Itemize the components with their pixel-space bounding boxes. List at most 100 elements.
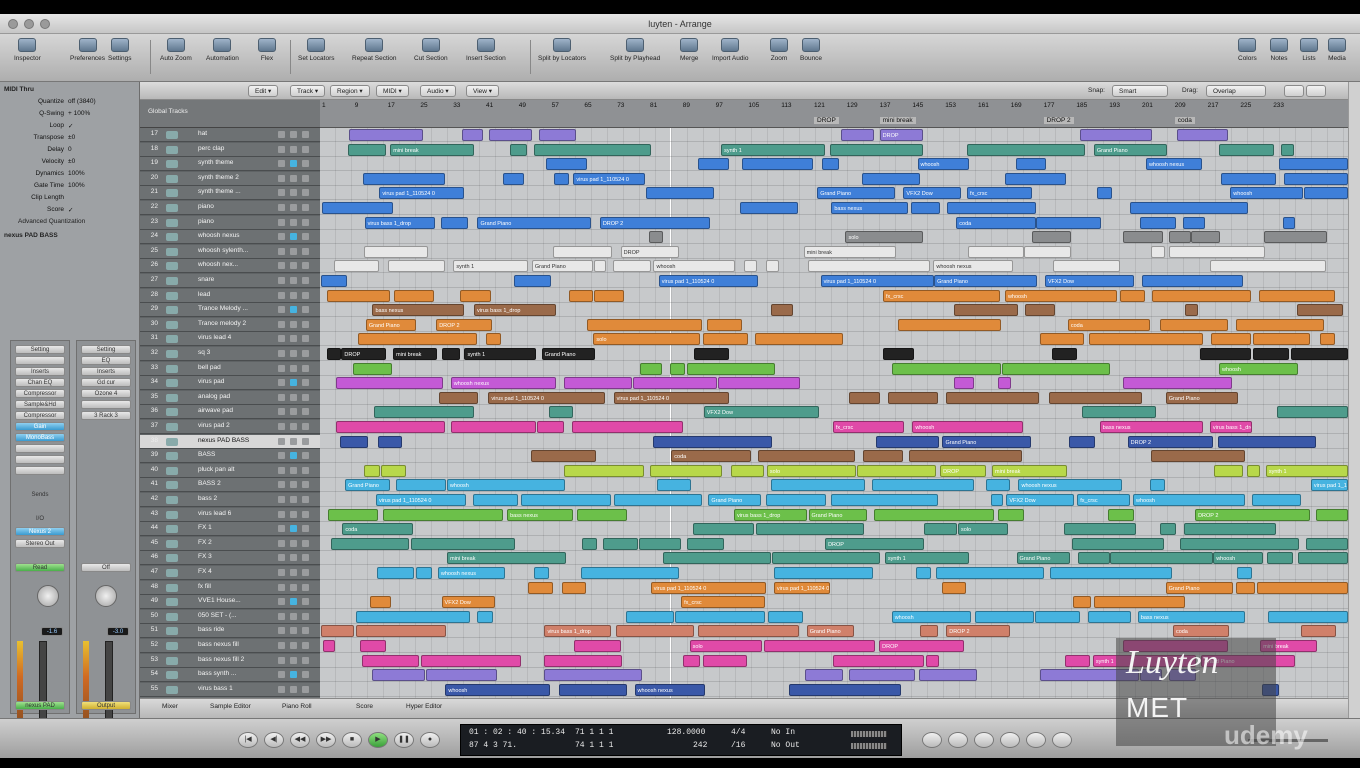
region[interactable]: DROP (879, 640, 965, 652)
region[interactable] (742, 158, 814, 171)
region[interactable]: Grand Piano (1016, 552, 1070, 565)
region[interactable] (327, 508, 379, 521)
track-name[interactable]: Trance Melody ... (198, 305, 278, 312)
region[interactable] (488, 129, 532, 141)
zoom-button[interactable] (40, 19, 50, 29)
strip-slot[interactable] (15, 356, 65, 365)
region[interactable] (327, 348, 342, 360)
region[interactable]: DROP 2 (599, 216, 710, 229)
region[interactable] (1217, 435, 1317, 448)
toolbar-media-button[interactable]: Media (1328, 38, 1346, 62)
toolbar-inspector-button[interactable]: Inspector (14, 38, 41, 62)
solo-button[interactable] (290, 218, 297, 226)
region[interactable] (765, 260, 779, 273)
region[interactable]: synth 1 (453, 260, 529, 273)
channel-name[interactable]: Output (81, 701, 131, 710)
region[interactable] (378, 435, 402, 448)
region[interactable]: virus bass 1_drop (474, 304, 557, 317)
param-value[interactable]: 100% (68, 182, 85, 189)
region[interactable] (460, 289, 491, 302)
toolbar-preferences-button[interactable]: Preferences (70, 38, 105, 62)
param-value[interactable]: + 100% (68, 110, 90, 117)
output-slot[interactable]: Stereo Out (15, 539, 65, 548)
track-header[interactable]: 35 analog pad (140, 390, 320, 405)
region[interactable]: whoosh (1133, 494, 1245, 506)
region[interactable] (1304, 187, 1348, 200)
solo-button[interactable] (290, 671, 297, 679)
pointer-tool[interactable] (1284, 85, 1304, 97)
region[interactable] (1256, 581, 1348, 594)
region[interactable]: Grand Piano (806, 625, 855, 638)
toolbar-auto-zoom-button[interactable]: Auto Zoom (160, 38, 192, 62)
region[interactable] (1150, 245, 1165, 258)
region[interactable] (527, 581, 554, 594)
track-header[interactable]: 55 virus bass 1 (140, 682, 320, 697)
param-row[interactable]: Gate Time 100% (6, 182, 136, 192)
track-header[interactable]: 48 fx fill (140, 580, 320, 595)
mute-button[interactable] (278, 408, 285, 416)
mute-button[interactable] (278, 145, 285, 153)
region[interactable] (538, 129, 577, 141)
region[interactable] (533, 567, 549, 579)
region[interactable] (1039, 333, 1085, 346)
region[interactable]: virus bass 1_drop (733, 508, 808, 521)
region[interactable] (1276, 406, 1348, 419)
region[interactable] (645, 187, 715, 200)
region[interactable] (926, 654, 939, 667)
region[interactable]: Grand Piano (541, 348, 595, 360)
region[interactable] (381, 464, 407, 477)
track-header[interactable]: 45 FX 2 (140, 536, 320, 551)
region[interactable] (763, 640, 876, 652)
record-button[interactable] (302, 174, 309, 182)
region[interactable]: solo (845, 231, 923, 244)
region[interactable] (1267, 552, 1293, 565)
mute-button[interactable] (278, 423, 285, 430)
record-button[interactable] (302, 598, 309, 606)
region[interactable]: Grand Piano (942, 435, 1032, 448)
solo-button[interactable] (290, 539, 297, 547)
strip-slot[interactable]: Setting (15, 345, 65, 354)
region[interactable]: whoosh (891, 610, 971, 623)
param-row[interactable]: Quantize off (3840) (6, 98, 136, 108)
region[interactable] (581, 567, 679, 579)
region[interactable] (990, 494, 1004, 506)
region[interactable]: Grand Piano (934, 275, 1038, 287)
region[interactable] (1064, 523, 1137, 536)
record-button[interactable] (302, 379, 309, 387)
track-name[interactable]: virus bass 1 (198, 685, 278, 692)
region[interactable] (1036, 216, 1102, 229)
region[interactable] (1315, 508, 1348, 521)
region[interactable] (548, 406, 573, 419)
solo-button[interactable] (290, 335, 297, 343)
region[interactable] (626, 610, 674, 623)
region[interactable] (697, 625, 799, 638)
region[interactable] (771, 479, 866, 492)
region[interactable]: synth 1 (721, 143, 826, 156)
region[interactable]: whoosh (653, 260, 736, 273)
region[interactable] (330, 537, 410, 550)
mute-button[interactable] (278, 481, 285, 489)
region[interactable] (805, 669, 844, 682)
track-header[interactable]: 28 lead (140, 288, 320, 303)
solo-button[interactable] (290, 393, 297, 401)
replace-button[interactable] (948, 732, 968, 748)
track-name[interactable]: bass nexus fill (198, 641, 278, 648)
track-header[interactable]: 23 piano (140, 215, 320, 230)
mute-button[interactable] (278, 510, 285, 518)
solo-button[interactable] (290, 320, 297, 328)
mute-button[interactable] (278, 291, 285, 299)
region[interactable] (1298, 552, 1348, 565)
region[interactable]: whoosh (912, 421, 1023, 433)
region[interactable] (946, 202, 1037, 214)
param-value[interactable]: ±0 (68, 134, 75, 141)
region[interactable] (370, 596, 392, 609)
toolbar-notes-button[interactable]: Notes (1270, 38, 1288, 62)
record-button[interactable] (302, 612, 309, 620)
region[interactable] (632, 377, 718, 390)
region[interactable]: whoosh nexus (437, 567, 505, 579)
region[interactable]: coda (1067, 318, 1151, 331)
region[interactable] (612, 260, 652, 273)
tab-hyper-editor[interactable]: Hyper Editor (406, 703, 442, 710)
toolbar-flex-button[interactable]: Flex (258, 38, 276, 62)
strip-slot[interactable] (15, 466, 65, 475)
